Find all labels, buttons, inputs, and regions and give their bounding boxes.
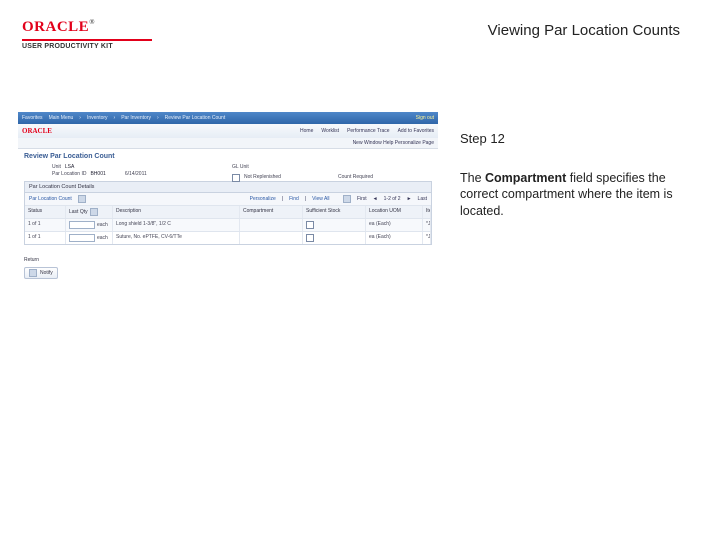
col-location-uom[interactable]: Location UOM <box>366 206 423 218</box>
app-breadcrumb-bar: Favorites Main Menu› Inventory› Par Inve… <box>18 112 438 124</box>
return-link[interactable]: Return <box>24 257 438 263</box>
page-title: Viewing Par Location Counts <box>488 22 680 39</box>
app-oracle-logo: ORACLE <box>22 127 52 135</box>
cell-item-id: *JT07108030 <box>423 232 431 244</box>
grid-download-icon[interactable] <box>343 195 351 203</box>
cell-compartment <box>240 232 303 244</box>
col-last-qty[interactable]: Last Qty <box>66 206 113 218</box>
tab-add-favorites[interactable]: Add to Favorites <box>398 128 434 134</box>
embedded-screenshot: Favorites Main Menu› Inventory› Par Inve… <box>18 112 438 302</box>
breadcrumb[interactable]: Review Par Location Count <box>165 115 226 121</box>
find-link[interactable]: Find <box>289 196 299 202</box>
cell-description: Long shield 1-3/8", 1/2 C <box>113 219 240 231</box>
breadcrumb[interactable]: Inventory <box>87 115 108 121</box>
cell-description: Suture, No. ePTFE, CV-6/TTe <box>113 232 240 244</box>
expand-icon[interactable] <box>78 195 86 203</box>
brand-subtitle: USER PRODUCTIVITY KIT <box>22 43 152 50</box>
brand-divider <box>22 39 152 41</box>
breadcrumb[interactable]: Main Menu <box>49 115 74 121</box>
tab-worklist[interactable]: Worklist <box>321 128 339 134</box>
grid-title: Par Location Count Details <box>24 181 432 193</box>
page-heading: Review Par Location Count <box>24 153 432 160</box>
row-status: 1 of 1 <box>25 232 66 244</box>
oracle-logo: ORACLE® <box>22 19 95 35</box>
step-label: Step 12 <box>460 130 690 148</box>
col-item-id[interactable]: Item ID <box>423 206 431 218</box>
tab-performance-trace[interactable]: Performance Trace <box>347 128 390 134</box>
col-status[interactable]: Status <box>25 206 66 218</box>
cell-compartment <box>240 219 303 231</box>
pager-first[interactable]: First <box>357 196 367 202</box>
sufficient-stock-checkbox[interactable] <box>306 221 314 229</box>
sort-icon[interactable] <box>90 208 98 216</box>
qty-input[interactable] <box>69 221 95 229</box>
not-replenished-checkbox[interactable] <box>232 174 240 182</box>
col-sufficient-stock[interactable]: Sufficient Stock <box>303 206 366 218</box>
app-util-bar[interactable]: New Window Help Personalize Page <box>18 138 438 149</box>
count-grid: Status Last Qty Description Compartment … <box>24 205 432 245</box>
personalize-link[interactable]: Personalize <box>250 196 276 202</box>
row-status: 1 of 1 <box>25 219 66 231</box>
sufficient-stock-checkbox[interactable] <box>306 234 314 242</box>
instruction-text: The Compartment field specifies the corr… <box>460 170 690 221</box>
cell-uom: ea (Each) <box>366 219 423 231</box>
sign-out-link[interactable]: Sign out <box>416 115 434 121</box>
tab-home[interactable]: Home <box>300 128 313 134</box>
breadcrumb[interactable]: Par Inventory <box>121 115 151 121</box>
notify-button[interactable]: Notify <box>24 267 58 279</box>
pager-last[interactable]: Last <box>418 196 427 202</box>
view-all-link[interactable]: View All <box>312 196 329 202</box>
col-description[interactable]: Description <box>113 206 240 218</box>
col-compartment[interactable]: Compartment <box>240 206 303 218</box>
cell-item-id: *JT07108010 <box>423 219 431 231</box>
qty-input[interactable] <box>69 234 95 242</box>
breadcrumb[interactable]: Favorites <box>22 115 43 121</box>
pager-range: 1-2 of 2 <box>384 196 401 202</box>
notify-icon <box>29 269 37 277</box>
cell-uom: ea (Each) <box>366 232 423 244</box>
tab-par-location-count[interactable]: Par Location Count <box>29 196 72 202</box>
